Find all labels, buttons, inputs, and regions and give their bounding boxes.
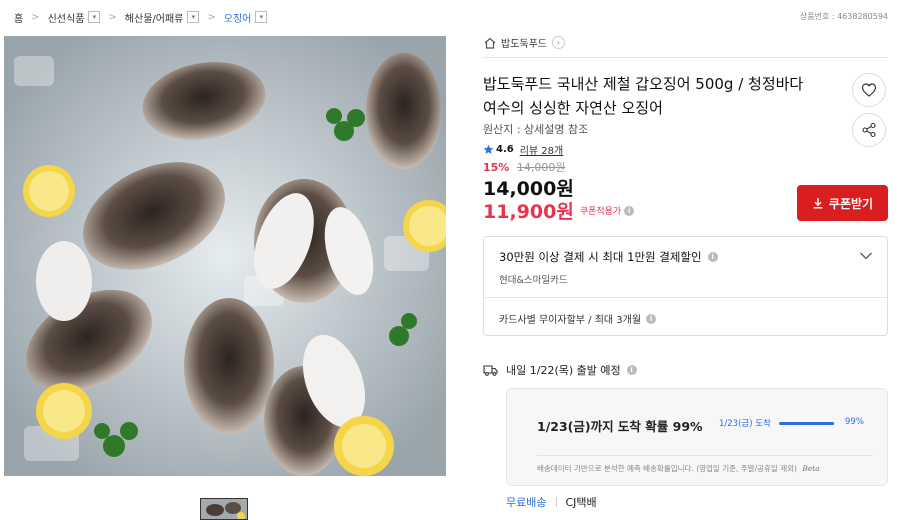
divider <box>537 455 873 456</box>
installment-info: 카드사별 무이자할부 / 최대 3개월 <box>499 315 642 326</box>
arrival-label: 1/23(금) 도착 <box>719 419 771 429</box>
payment-card: 현대&스마일카드 <box>499 275 568 286</box>
payment-benefits: 30만원 이상 결제 시 최대 1만원 결제할인 i 현대&스마일카드 카드사별… <box>483 236 888 336</box>
shipping-tags: 무료배송 CJ택배 <box>506 494 597 510</box>
rating: 4.6 리뷰 28개 <box>483 142 563 157</box>
home-icon <box>484 37 496 49</box>
get-coupon-label: 쿠폰받기 <box>828 196 874 211</box>
store-name: 밥도둑푸드 <box>501 39 547 50</box>
breadcrumb: 홈 > 신선식품 ▾ > 해산물/어패류 ▾ > 오징어 ▾ <box>14 8 268 26</box>
arrival-note: 배송데이터 기반으로 분석한 예측 배송확률입니다. (영업일 기준, 주말/공… <box>537 463 820 474</box>
product-info-panel: 밥도둑푸드 › 밥도둑푸드 국내산 제철 갑오징어 500g / 청정바다 여수… <box>483 0 888 520</box>
divider <box>483 57 888 58</box>
chevron-right-icon: › <box>552 36 565 49</box>
installment-row: 카드사별 무이자할부 / 최대 3개월 i <box>499 311 657 326</box>
breadcrumb-seafood[interactable]: 해산물/어패류 <box>125 10 184 25</box>
chevron-down-icon[interactable]: ▾ <box>187 11 200 23</box>
store-link[interactable]: 밥도둑푸드 › <box>483 35 565 50</box>
beta-label: Beta <box>802 464 820 473</box>
arrival-main: 1/23(금)까지 도착 확률 99% <box>537 419 703 434</box>
arrival-note-text: 배송데이터 기반으로 분석한 예측 배송확률입니다. (영업일 기준, 주말/공… <box>537 464 797 473</box>
info-icon[interactable]: i <box>707 252 718 262</box>
breadcrumb-home[interactable]: 홈 <box>14 10 23 25</box>
reviews-link[interactable]: 리뷰 28개 <box>520 142 564 157</box>
arrival-progress <box>779 422 835 425</box>
get-coupon-button[interactable]: 쿠폰받기 <box>797 185 888 221</box>
divider <box>484 297 887 298</box>
discount-info: 15% 14,000원 <box>483 159 565 175</box>
product-title-line1: 밥도둑푸드 국내산 제철 갑오징어 500g / 청정바다 <box>483 75 804 93</box>
product-image[interactable] <box>4 36 446 476</box>
star-icon <box>483 144 494 154</box>
payment-promo-row[interactable]: 30만원 이상 결제 시 최대 1만원 결제할인 i <box>499 249 718 265</box>
info-icon[interactable]: i <box>624 205 635 216</box>
divider <box>556 497 558 507</box>
breadcrumb-fresh-food[interactable]: 신선식품 <box>48 10 85 25</box>
discount-rate: 15% <box>483 161 510 174</box>
payment-promo: 30만원 이상 결제 시 최대 1만원 결제할인 <box>499 250 702 264</box>
download-icon <box>813 198 823 209</box>
breadcrumb-separator: > <box>108 11 117 23</box>
chevron-down-icon[interactable]: ▾ <box>88 11 101 23</box>
heart-icon <box>861 83 877 97</box>
departure-text: 내일 1/22(목) 출발 예정 <box>506 364 621 377</box>
share-button[interactable] <box>852 113 886 147</box>
arrival-percent: 99% <box>845 417 864 427</box>
breadcrumb-separator: > <box>31 11 40 23</box>
truck-icon <box>483 365 498 376</box>
free-shipping: 무료배송 <box>506 496 547 509</box>
thumbnail-image[interactable] <box>200 498 248 520</box>
share-icon <box>862 122 876 138</box>
origin-info: 원산지 : 상세설명 참조 <box>483 123 589 136</box>
arrival-progress-fill <box>779 422 835 425</box>
original-price: 14,000원 <box>516 161 566 174</box>
shipping-departure: 내일 1/22(목) 출발 예정 i <box>483 362 637 378</box>
chevron-down-icon[interactable]: ▾ <box>255 11 268 23</box>
product-title-line2: 여수의 싱싱한 자연산 오징어 <box>483 99 663 117</box>
wishlist-button[interactable] <box>852 73 886 107</box>
info-icon[interactable]: i <box>626 365 637 375</box>
breadcrumb-squid[interactable]: 오징어 <box>224 10 252 25</box>
coupon-price-row: 11,900원 쿠폰적용가 i <box>483 197 635 224</box>
coupon-price-label: 쿠폰적용가 <box>579 207 622 217</box>
chevron-down-icon[interactable] <box>859 251 873 261</box>
product-title: 밥도둑푸드 국내산 제철 갑오징어 500g / 청정바다 여수의 싱싱한 자연… <box>483 72 833 120</box>
rating-score: 4.6 <box>496 144 514 155</box>
info-icon[interactable]: i <box>646 313 657 324</box>
coupon-price: 11,900원 <box>483 201 574 223</box>
arrival-estimate: 1/23(금)까지 도착 확률 99% 1/23(금) 도착 99% 배송데이터… <box>506 388 888 486</box>
courier: CJ택배 <box>565 496 597 509</box>
breadcrumb-separator: > <box>207 11 216 23</box>
